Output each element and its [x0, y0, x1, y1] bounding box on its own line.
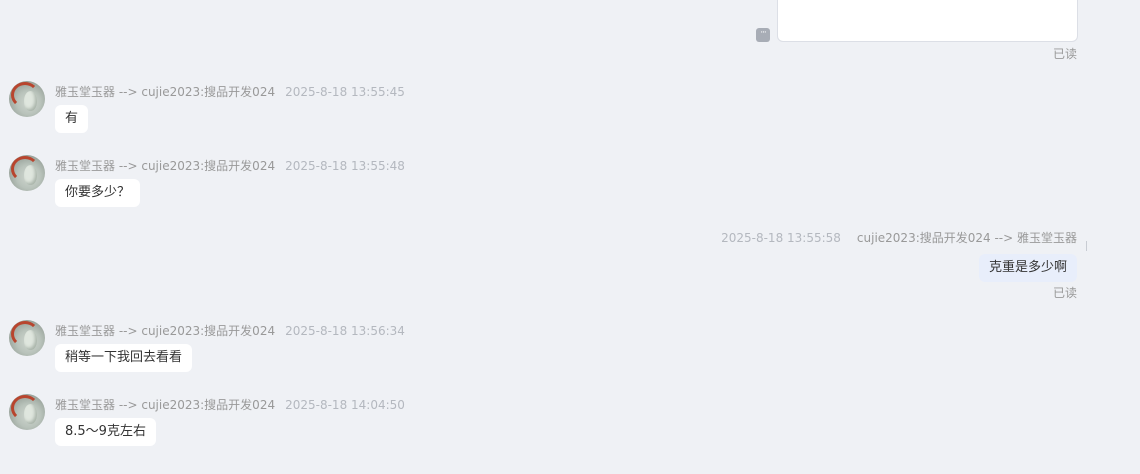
read-status: 已读 [1052, 47, 1077, 61]
sender-line: cujie2023:搜品开发024 --> 雅玉堂玉器 [856, 231, 1077, 245]
read-status: 已读 [1052, 286, 1077, 300]
sender-line: 雅玉堂玉器 --> cujie2023:搜品开发024 [55, 85, 276, 99]
image-message-bubble[interactable] [777, 0, 1078, 42]
message-time: 2025-8-18 13:55:48 [285, 159, 405, 173]
sender-line: 雅玉堂玉器 --> cujie2023:搜品开发024 [55, 159, 276, 173]
message-time: 2025-8-18 13:55:58 [721, 231, 841, 245]
message-time: 2025-8-18 14:04:50 [285, 398, 405, 412]
avatar[interactable] [9, 394, 45, 430]
message-time: 2025-8-18 13:55:45 [285, 85, 405, 99]
message-meta-outgoing: 2025-8-18 13:55:58 cujie2023:搜品开发024 --> … [721, 229, 1077, 246]
message-time: 2025-8-18 13:56:34 [285, 324, 405, 338]
avatar[interactable] [9, 81, 45, 117]
message-bubble[interactable]: 8.5～9克左右 [55, 418, 156, 446]
avatar[interactable] [9, 320, 45, 356]
message-bubble-outgoing[interactable]: 克重是多少啊 [978, 254, 1077, 282]
message-meta: 雅玉堂玉器 --> cujie2023:搜品开发024 2025-8-18 14:… [55, 396, 405, 413]
chat-message-list[interactable]: ··· 已读 雅玉堂玉器 --> cujie2023:搜品开发024 2025-8… [0, 0, 1140, 474]
message-meta: 雅玉堂玉器 --> cujie2023:搜品开发024 2025-8-18 13:… [55, 322, 405, 339]
avatar[interactable] [9, 155, 45, 191]
message-meta: 雅玉堂玉器 --> cujie2023:搜品开发024 2025-8-18 13:… [55, 157, 405, 174]
sender-line: 雅玉堂玉器 --> cujie2023:搜品开发024 [55, 398, 276, 412]
message-bubble[interactable]: 你要多少？ [55, 179, 141, 207]
divider [1086, 241, 1087, 251]
message-bubble[interactable]: 稍等一下我回去看看 [55, 344, 193, 372]
more-options-icon[interactable]: ··· [756, 28, 770, 42]
message-bubble[interactable]: 有 [55, 105, 89, 133]
sender-line: 雅玉堂玉器 --> cujie2023:搜品开发024 [55, 324, 276, 338]
message-meta: 雅玉堂玉器 --> cujie2023:搜品开发024 2025-8-18 13:… [55, 83, 405, 100]
